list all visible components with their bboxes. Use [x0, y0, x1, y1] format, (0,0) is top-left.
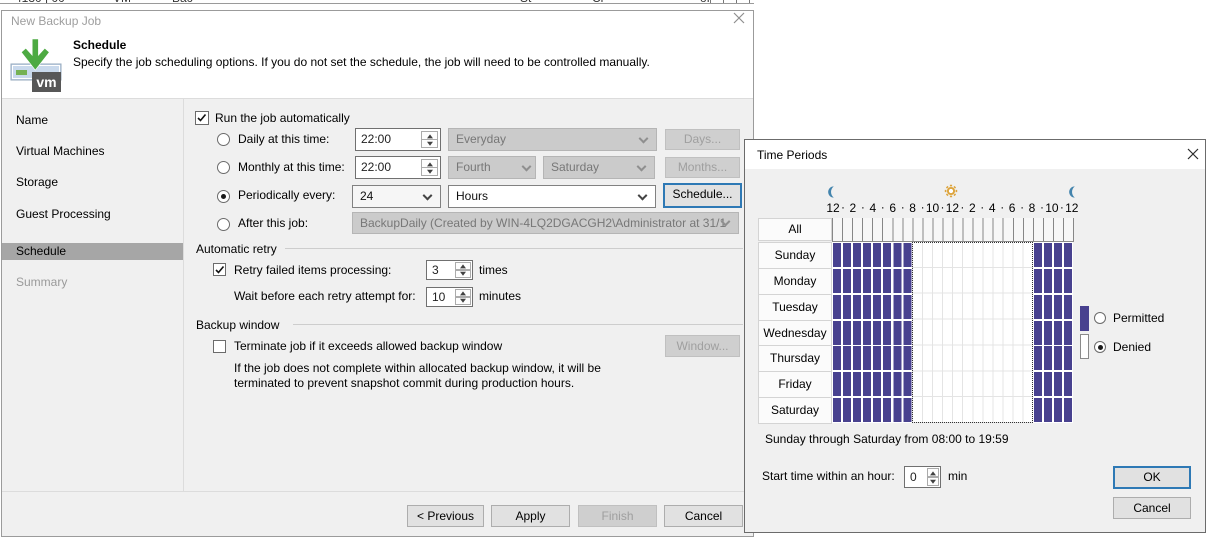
svg-text:vm: vm: [36, 74, 56, 90]
